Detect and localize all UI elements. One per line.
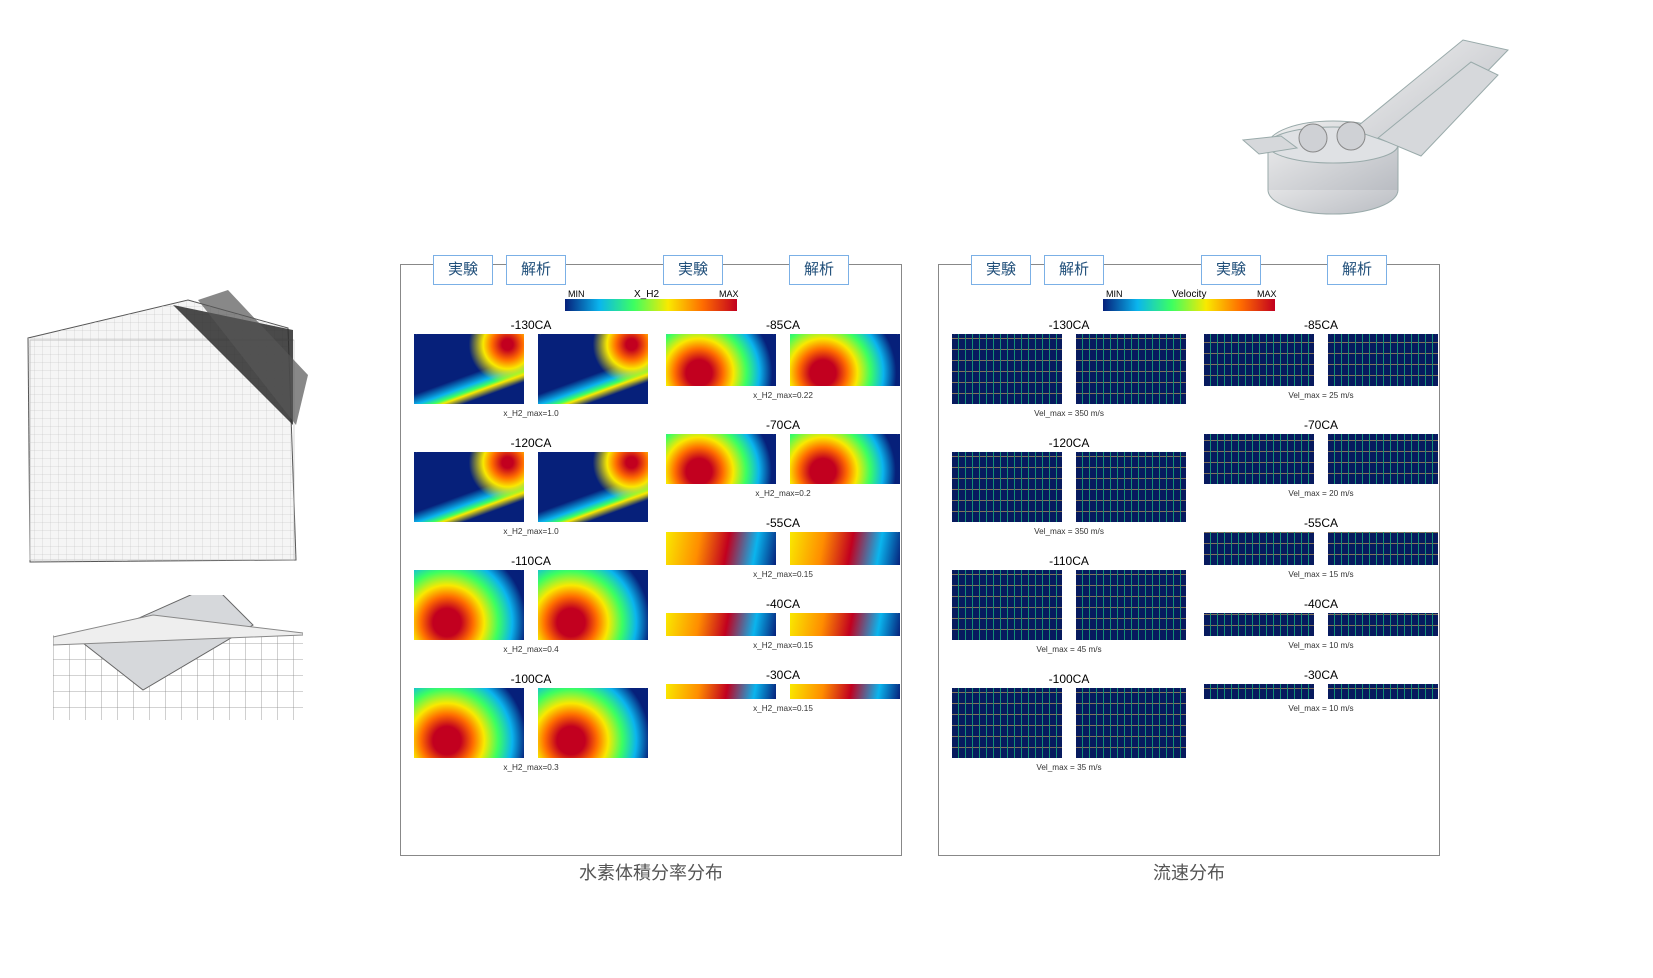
- contour-thumb: [1328, 532, 1438, 565]
- row-title: -120CA: [945, 436, 1193, 450]
- contour-thumb: [1328, 334, 1438, 386]
- row-caption: x_H2_max=0.22: [659, 391, 907, 400]
- row-caption: Vel_max = 350 m/s: [945, 527, 1193, 536]
- legend-label: X_H2: [634, 289, 659, 300]
- row-title: -30CA: [1197, 668, 1445, 682]
- row-caption: x_H2_max=0.15: [659, 704, 907, 713]
- row-caption: Vel_max = 20 m/s: [1197, 489, 1445, 498]
- contour-thumb: [1204, 684, 1314, 699]
- contour-thumb: [1328, 613, 1438, 636]
- legend-label: Velocity: [1172, 289, 1206, 300]
- contour-thumb: [1204, 434, 1314, 484]
- legend-max: MAX: [1257, 289, 1277, 299]
- contour-thumb: [666, 613, 776, 636]
- row-caption: x_H2_max=0.3: [407, 763, 655, 772]
- contour-thumb: [666, 532, 776, 565]
- contour-thumb: [1328, 434, 1438, 484]
- contour-thumb: [666, 684, 776, 699]
- row-title: -40CA: [659, 597, 907, 611]
- row-title: -120CA: [407, 436, 655, 450]
- legend-max: MAX: [719, 289, 739, 299]
- header-sim: 解析: [1327, 255, 1387, 285]
- contour-thumb: [538, 570, 648, 640]
- contour-thumb: [790, 684, 900, 699]
- row-caption: x_H2_max=1.0: [407, 527, 655, 536]
- legend-min: MIN: [568, 289, 585, 299]
- row-title: -110CA: [945, 554, 1193, 568]
- contour-thumb: [538, 452, 648, 522]
- port-3d-model: [1213, 20, 1523, 235]
- contour-thumb: [666, 434, 776, 484]
- contour-thumb: [1076, 688, 1186, 758]
- mesh-zoom-icon: [53, 595, 303, 720]
- contour-thumb: [414, 688, 524, 758]
- contour-thumb: [1076, 334, 1186, 404]
- contour-thumb: [1204, 532, 1314, 565]
- contour-thumb: [952, 452, 1062, 522]
- header-exp: 実験: [1201, 255, 1261, 285]
- contour-thumb: [538, 688, 648, 758]
- model-svg-icon: [1213, 20, 1523, 235]
- panel-subtitle: 水素体積分率分布: [401, 859, 901, 885]
- row-caption: Vel_max = 10 m/s: [1197, 704, 1445, 713]
- row-title: -40CA: [1197, 597, 1445, 611]
- mesh-figure: [18, 290, 313, 720]
- row-title: -70CA: [659, 418, 907, 432]
- row-title: -130CA: [945, 318, 1193, 332]
- row-title: -85CA: [1197, 318, 1445, 332]
- row-title: -70CA: [1197, 418, 1445, 432]
- header-sim: 解析: [789, 255, 849, 285]
- row-caption: x_H2_max=0.15: [659, 641, 907, 650]
- row-title: -100CA: [945, 672, 1193, 686]
- contour-thumb: [790, 434, 900, 484]
- contour-thumb: [1328, 684, 1438, 699]
- row-title: -130CA: [407, 318, 655, 332]
- contour-thumb: [414, 334, 524, 404]
- contour-thumb: [414, 452, 524, 522]
- header-exp: 実験: [433, 255, 493, 285]
- header-exp: 実験: [971, 255, 1031, 285]
- contour-thumb: [790, 613, 900, 636]
- row-caption: x_H2_max=1.0: [407, 409, 655, 418]
- legend-min: MIN: [1106, 289, 1123, 299]
- row-caption: Vel_max = 15 m/s: [1197, 570, 1445, 579]
- row-title: -85CA: [659, 318, 907, 332]
- row-caption: Vel_max = 35 m/s: [945, 763, 1193, 772]
- contour-thumb: [1076, 570, 1186, 640]
- row-caption: Vel_max = 10 m/s: [1197, 641, 1445, 650]
- panel-h2-fraction: 実験 解析 実験 解析 MIN X_H2 MAX -130CAx_H2_max=…: [400, 264, 902, 856]
- contour-thumb: [666, 334, 776, 386]
- contour-thumb: [952, 688, 1062, 758]
- contour-thumb: [952, 334, 1062, 404]
- mesh-big-icon: [18, 290, 313, 585]
- panel-velocity: 実験 解析 実験 解析 MIN Velocity MAX -130CAVel_m…: [938, 264, 1440, 856]
- panel-subtitle: 流速分布: [939, 859, 1439, 885]
- colorbar-h2: [565, 299, 737, 311]
- colorbar-vel: [1103, 299, 1275, 311]
- contour-thumb: [952, 570, 1062, 640]
- row-caption: x_H2_max=0.15: [659, 570, 907, 579]
- contour-thumb: [538, 334, 648, 404]
- contour-thumb: [1204, 334, 1314, 386]
- contour-thumb: [790, 532, 900, 565]
- row-title: -55CA: [659, 516, 907, 530]
- row-caption: Vel_max = 350 m/s: [945, 409, 1193, 418]
- contour-thumb: [1076, 452, 1186, 522]
- contour-thumb: [414, 570, 524, 640]
- row-title: -30CA: [659, 668, 907, 682]
- row-caption: Vel_max = 25 m/s: [1197, 391, 1445, 400]
- header-sim: 解析: [1044, 255, 1104, 285]
- contour-thumb: [790, 334, 900, 386]
- row-caption: x_H2_max=0.2: [659, 489, 907, 498]
- contour-thumb: [1204, 613, 1314, 636]
- row-title: -100CA: [407, 672, 655, 686]
- header-sim: 解析: [506, 255, 566, 285]
- row-caption: Vel_max = 45 m/s: [945, 645, 1193, 654]
- row-title: -110CA: [407, 554, 655, 568]
- row-caption: x_H2_max=0.4: [407, 645, 655, 654]
- header-exp: 実験: [663, 255, 723, 285]
- row-title: -55CA: [1197, 516, 1445, 530]
